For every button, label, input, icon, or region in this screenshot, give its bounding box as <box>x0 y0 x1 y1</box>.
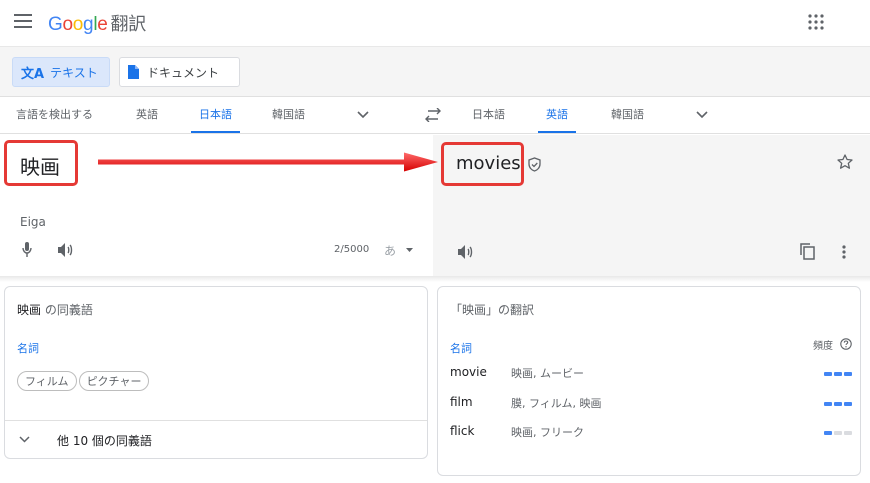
more-synonyms-label: 他 10 個の同義語 <box>57 434 152 448</box>
frequency-bar <box>824 431 852 435</box>
app-header: Google 翻訳 <box>0 0 870 46</box>
document-icon <box>128 65 139 79</box>
synonym-chip[interactable]: フィルム <box>17 371 77 391</box>
target-lang-korean[interactable]: 韓国語 <box>611 97 644 133</box>
source-lang-detect[interactable]: 言語を検出する <box>16 97 93 133</box>
mode-bar: 文A テキスト ドキュメント <box>0 46 870 96</box>
synonym-chip[interactable]: ピクチャー <box>78 371 150 391</box>
apps-grid-icon[interactable] <box>808 14 824 30</box>
synonyms-heading-suffix: の同義語 <box>41 303 93 317</box>
translation-word[interactable]: film <box>450 395 473 409</box>
frequency-label: 頻度 <box>813 341 833 352</box>
text-mode-label: テキスト <box>50 65 98 80</box>
more-options-icon[interactable] <box>842 245 846 259</box>
synonyms-card: 映画 の同義語 名詞 フィルム ピクチャー 他 10 個の同義語 <box>4 286 428 459</box>
swap-languages-icon[interactable] <box>424 108 442 122</box>
annotation-arrow <box>98 151 438 173</box>
copy-icon[interactable] <box>800 243 815 260</box>
microphone-icon[interactable] <box>22 242 32 258</box>
annotation-box-translation <box>441 142 524 186</box>
translation-speaker-icon[interactable] <box>458 245 474 259</box>
google-translate-logo[interactable]: Google 翻訳 <box>48 10 146 36</box>
input-tool-label[interactable]: あ <box>384 242 396 259</box>
back-translation: 映画, ムービー <box>511 367 584 380</box>
synonyms-heading-word: 映画 <box>17 303 42 317</box>
input-tool-dropdown-icon[interactable] <box>406 248 413 252</box>
expand-chevron-down-icon <box>19 436 30 443</box>
product-name: 翻訳 <box>110 14 147 35</box>
menu-icon[interactable] <box>14 14 32 28</box>
character-count: 2/5000 <box>334 244 370 255</box>
help-icon[interactable] <box>840 338 852 350</box>
pane-divider <box>0 276 870 282</box>
translation-word[interactable]: movie <box>450 365 487 379</box>
text-mode-button[interactable]: 文A テキスト <box>12 57 110 87</box>
translations-heading: 「映画」の翻訳 <box>450 303 535 317</box>
target-lang-japanese[interactable]: 日本語 <box>472 97 505 133</box>
frequency-bar <box>824 372 852 376</box>
back-translation: 映画, フリーク <box>511 426 584 439</box>
translate-icon: 文A <box>21 66 45 82</box>
source-more-chevron-down-icon[interactable] <box>357 111 369 119</box>
document-mode-label: ドキュメント <box>147 65 220 80</box>
synonyms-pos: 名詞 <box>17 342 39 355</box>
translation-word[interactable]: flick <box>450 424 474 438</box>
target-more-chevron-down-icon[interactable] <box>696 111 708 119</box>
target-lang-english[interactable]: 英語 <box>538 97 576 133</box>
frequency-bar <box>824 402 852 406</box>
language-bar: 言語を検出する 英語 日本語 韓国語 日本語 英語 韓国語 <box>0 96 870 134</box>
source-lang-english[interactable]: 英語 <box>136 97 158 133</box>
back-translation: 膜, フィルム, 映画 <box>511 397 602 410</box>
document-mode-button[interactable]: ドキュメント <box>119 57 240 87</box>
translations-card: 「映画」の翻訳 名詞 頻度 movie 映画, ムービー film 膜, フィル… <box>437 286 861 476</box>
source-romanization: Eiga <box>20 215 46 229</box>
annotation-box-source <box>4 140 78 186</box>
source-lang-korean[interactable]: 韓国語 <box>272 97 305 133</box>
synonym-chips: フィルム ピクチャー <box>17 370 151 391</box>
more-synonyms-button[interactable]: 他 10 個の同義語 <box>5 421 427 458</box>
star-icon[interactable] <box>837 154 853 170</box>
translations-pos: 名詞 <box>450 342 472 355</box>
verified-shield-icon[interactable] <box>528 157 541 172</box>
synonyms-heading: 映画 の同義語 <box>17 301 93 318</box>
source-speaker-icon[interactable] <box>58 243 74 257</box>
source-lang-japanese[interactable]: 日本語 <box>191 97 240 133</box>
